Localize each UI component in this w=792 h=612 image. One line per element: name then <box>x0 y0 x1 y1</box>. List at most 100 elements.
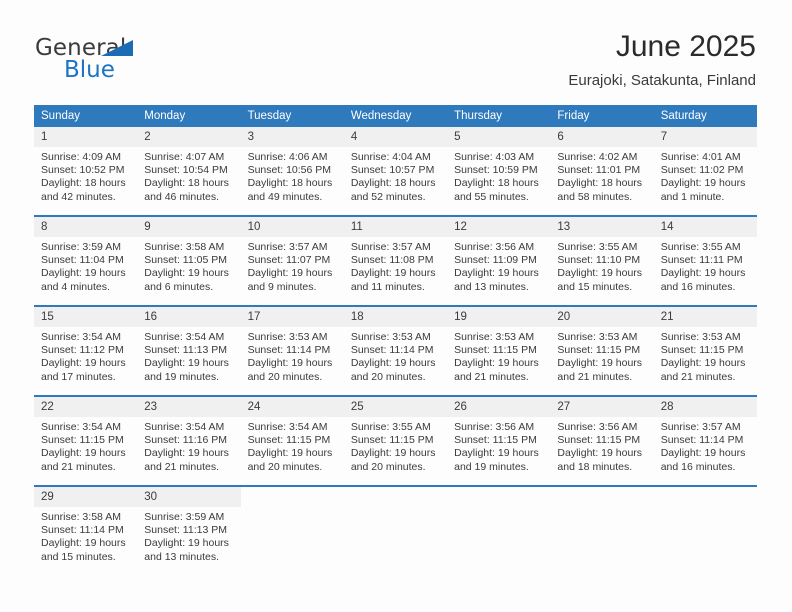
sunrise-text: Sunrise: 3:59 AM <box>41 241 121 253</box>
sunset-text: Sunset: 11:14 PM <box>41 524 124 537</box>
sunrise-text: Sunrise: 3:54 AM <box>41 421 121 433</box>
day-details: Sunrise: 4:02 AM Sunset: 11:01 PM Daylight… <box>550 147 653 204</box>
daylight-text-line2: and 11 minutes. <box>350 280 425 293</box>
calendar-day-cell[interactable]: 7 Sunrise: 4:01 AM Sunset: 11:02 PM Dayligh… <box>653 127 757 216</box>
day-number <box>447 487 550 507</box>
calendar-day-cell[interactable]: 13 Sunrise: 3:55 AM Sunset: 11:10 PM Daylig… <box>550 215 654 306</box>
day-number: 12 <box>447 217 551 237</box>
day-cell-inner: 4 Sunrise: 4:04 AM Sunset: 10:57 PM Dayligh… <box>343 127 448 215</box>
day-cell-inner: 8 Sunrise: 3:59 AM Sunset: 11:04 PM Dayligh… <box>34 217 138 305</box>
sunrise-text: Sunrise: 3:53 AM <box>350 331 431 343</box>
day-cell-inner: 14 Sunrise: 3:55 AM Sunset: 11:11 PM Daylig… <box>653 217 757 305</box>
daylight-text-line2: and 15 minutes. <box>41 550 116 563</box>
sunrise-text: Sunrise: 4:03 AM <box>454 151 535 163</box>
calendar-body: 1 Sunrise: 4:09 AM Sunset: 10:52 PM Dayligh… <box>34 127 757 575</box>
sunrise-text: Sunrise: 4:02 AM <box>557 151 638 163</box>
calendar-day-cell[interactable]: 26 Sunrise: 3:56 AM Sunset: 11:15 PM Daylig… <box>447 395 551 486</box>
day-cell-inner: 19 Sunrise: 3:53 AM Sunset: 11:15 PM Daylig… <box>447 307 551 395</box>
daylight-text-line1: Daylight: 18 hours <box>557 177 643 190</box>
calendar-header-row: Sunday Monday Tuesday Wednesday Thursday… <box>34 105 757 127</box>
daylight-text-line2: and 16 minutes. <box>660 460 736 473</box>
calendar-day-cell[interactable]: 19 Sunrise: 3:53 AM Sunset: 11:15 PM Daylig… <box>447 305 551 396</box>
day-cell-inner: 25 Sunrise: 3:55 AM Sunset: 11:15 PM Daylig… <box>343 397 448 485</box>
daylight-text-line1: Daylight: 19 hours <box>247 357 333 370</box>
sunset-text: Sunset: 11:15 PM <box>660 344 744 357</box>
calendar-day-cell[interactable]: 6 Sunrise: 4:02 AM Sunset: 11:01 PM Dayligh… <box>550 127 654 216</box>
day-details: Sunrise: 3:56 AM Sunset: 11:09 PM Daylight… <box>447 237 550 294</box>
day-details: Sunrise: 3:57 AM Sunset: 11:07 PM Daylight… <box>241 237 344 294</box>
calendar-day-cell[interactable]: 12 Sunrise: 3:56 AM Sunset: 11:09 PM Daylig… <box>447 215 551 306</box>
calendar-week-row: 15 Sunrise: 3:54 AM Sunset: 11:12 PM Daylig… <box>34 305 757 396</box>
sunset-text: Sunset: 11:13 PM <box>144 344 227 357</box>
day-number: 3 <box>240 127 344 147</box>
day-number: 18 <box>343 307 448 327</box>
sunrise-text: Sunrise: 3:57 AM <box>350 241 431 253</box>
calendar-day-cell[interactable]: 22 Sunrise: 3:54 AM Sunset: 11:15 PM Daylig… <box>34 395 138 486</box>
calendar-day-cell[interactable]: 18 Sunrise: 3:53 AM Sunset: 11:14 PM Daylig… <box>343 305 448 396</box>
calendar-day-cell[interactable]: 17 Sunrise: 3:53 AM Sunset: 11:14 PM Daylig… <box>240 305 344 396</box>
general-blue-logo[interactable]: General Blue <box>35 36 255 86</box>
page-header: General Blue June 2025 Eurajoki, Satakun… <box>0 0 792 100</box>
calendar-day-cell[interactable]: 11 Sunrise: 3:57 AM Sunset: 11:08 PM Daylig… <box>343 215 448 306</box>
calendar-day-cell[interactable]: 30 Sunrise: 3:59 AM Sunset: 11:13 PM Daylig… <box>137 485 241 575</box>
calendar-day-cell[interactable]: 15 Sunrise: 3:54 AM Sunset: 11:12 PM Daylig… <box>34 305 138 396</box>
weekday-header-thursday: Thursday <box>447 105 551 127</box>
day-number: 22 <box>34 397 138 417</box>
logo-word-blue: Blue <box>64 57 115 83</box>
calendar-day-cell[interactable]: 28 Sunrise: 3:57 AM Sunset: 11:14 PM Daylig… <box>653 395 757 486</box>
sunrise-text: Sunrise: 3:53 AM <box>454 331 535 343</box>
day-number: 2 <box>137 127 241 147</box>
sunset-text: Sunset: 11:05 PM <box>144 254 227 267</box>
calendar-week-row: 1 Sunrise: 4:09 AM Sunset: 10:52 PM Dayligh… <box>34 127 757 216</box>
daylight-text-line2: and 19 minutes. <box>454 460 529 473</box>
day-number: 25 <box>343 397 448 417</box>
sunset-text: Sunset: 11:14 PM <box>247 344 331 357</box>
sunrise-text: Sunrise: 3:53 AM <box>247 331 328 343</box>
calendar-day-cell[interactable]: 5 Sunrise: 4:03 AM Sunset: 10:59 PM Dayligh… <box>447 127 551 216</box>
calendar-day-cell[interactable]: 8 Sunrise: 3:59 AM Sunset: 11:04 PM Dayligh… <box>34 215 138 306</box>
calendar-day-cell[interactable]: 27 Sunrise: 3:56 AM Sunset: 11:15 PM Daylig… <box>550 395 654 486</box>
day-number: 26 <box>447 397 551 417</box>
calendar-day-cell[interactable]: 4 Sunrise: 4:04 AM Sunset: 10:57 PM Dayligh… <box>343 127 448 216</box>
daylight-text-line2: and 20 minutes. <box>247 370 323 383</box>
calendar-day-cell[interactable]: 29 Sunrise: 3:58 AM Sunset: 11:14 PM Daylig… <box>34 485 138 575</box>
sunset-text: Sunset: 11:13 PM <box>144 524 227 537</box>
day-number: 6 <box>550 127 654 147</box>
calendar-day-cell[interactable]: 23 Sunrise: 3:54 AM Sunset: 11:16 PM Daylig… <box>137 395 241 486</box>
day-number: 10 <box>240 217 344 237</box>
calendar-day-cell[interactable]: 2 Sunrise: 4:07 AM Sunset: 10:54 PM Dayligh… <box>137 127 241 216</box>
sunrise-text: Sunrise: 3:58 AM <box>144 241 225 253</box>
sunset-text: Sunset: 11:14 PM <box>350 344 434 357</box>
day-cell-inner: 28 Sunrise: 3:57 AM Sunset: 11:14 PM Daylig… <box>653 397 757 485</box>
sunset-text: Sunset: 11:11 PM <box>660 254 743 267</box>
day-details: Sunrise: 4:03 AM Sunset: 10:59 PM Daylight… <box>447 147 550 204</box>
calendar-day-cell[interactable]: 16 Sunrise: 3:54 AM Sunset: 11:13 PM Daylig… <box>137 305 241 396</box>
calendar-day-cell[interactable]: 9 Sunrise: 3:58 AM Sunset: 11:05 PM Dayligh… <box>137 215 241 306</box>
day-details: Sunrise: 3:53 AM Sunset: 11:14 PM Daylight… <box>344 327 447 384</box>
day-details: Sunrise: 4:09 AM Sunset: 10:52 PM Daylight… <box>34 147 137 204</box>
sunset-text: Sunset: 10:54 PM <box>144 164 228 177</box>
daylight-text-line1: Daylight: 18 hours <box>41 177 126 190</box>
calendar-day-cell[interactable]: 24 Sunrise: 3:54 AM Sunset: 11:15 PM Daylig… <box>240 395 344 486</box>
calendar-day-cell[interactable]: 10 Sunrise: 3:57 AM Sunset: 11:07 PM Daylig… <box>240 215 344 306</box>
day-cell-inner: 18 Sunrise: 3:53 AM Sunset: 11:14 PM Daylig… <box>343 307 448 395</box>
day-details: Sunrise: 3:54 AM Sunset: 11:15 PM Daylight… <box>34 417 137 474</box>
daylight-text-line1: Daylight: 18 hours <box>247 177 333 190</box>
day-number: 9 <box>137 217 241 237</box>
calendar-day-cell[interactable]: 20 Sunrise: 3:53 AM Sunset: 11:15 PM Daylig… <box>550 305 654 396</box>
daylight-text-line1: Daylight: 19 hours <box>557 267 643 280</box>
calendar-day-cell[interactable]: 14 Sunrise: 3:55 AM Sunset: 11:11 PM Daylig… <box>653 215 757 306</box>
day-number <box>241 487 344 507</box>
day-cell-inner: 7 Sunrise: 4:01 AM Sunset: 11:02 PM Dayligh… <box>653 127 757 215</box>
calendar-day-cell[interactable]: 1 Sunrise: 4:09 AM Sunset: 10:52 PM Dayligh… <box>34 127 138 216</box>
calendar-day-cell[interactable]: 21 Sunrise: 3:53 AM Sunset: 11:15 PM Daylig… <box>653 305 757 396</box>
day-cell-inner: 26 Sunrise: 3:56 AM Sunset: 11:15 PM Daylig… <box>447 397 551 485</box>
day-cell-inner: 10 Sunrise: 3:57 AM Sunset: 11:07 PM Daylig… <box>240 217 344 305</box>
weekday-header-saturday: Saturday <box>653 105 757 127</box>
day-number: 11 <box>343 217 448 237</box>
sunrise-text: Sunrise: 3:55 AM <box>660 241 741 253</box>
daylight-text-line1: Daylight: 19 hours <box>144 357 229 370</box>
calendar-day-cell[interactable]: 25 Sunrise: 3:55 AM Sunset: 11:15 PM Daylig… <box>343 395 448 486</box>
calendar-day-cell[interactable]: 3 Sunrise: 4:06 AM Sunset: 10:56 PM Dayligh… <box>240 127 344 216</box>
daylight-text-line1: Daylight: 19 hours <box>41 267 126 280</box>
